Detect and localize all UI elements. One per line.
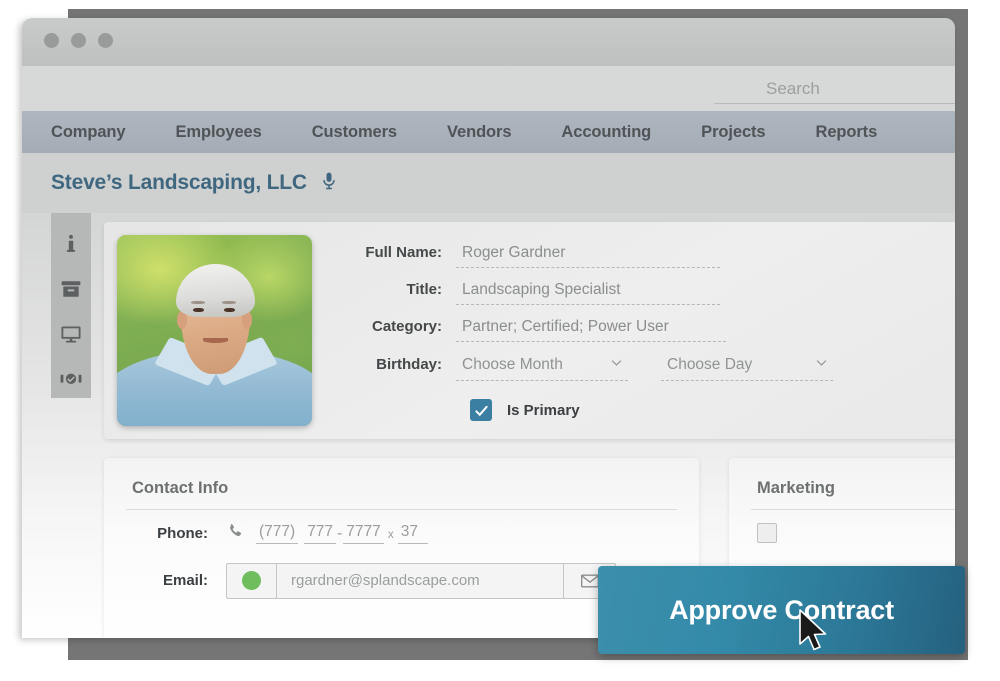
phone-prefix[interactable]: 777 xyxy=(304,523,337,544)
page-title: Steve’s Landscaping, LLC xyxy=(51,171,307,194)
email-field-group xyxy=(226,562,616,599)
is-primary-label: Is Primary xyxy=(507,401,580,419)
traffic-lights xyxy=(44,33,113,48)
email-status-indicator[interactable] xyxy=(227,563,277,598)
contact-info-title: Contact Info xyxy=(132,479,229,497)
info-icon[interactable] xyxy=(60,233,82,255)
nav-item-accounting[interactable]: Accounting xyxy=(561,123,679,142)
approve-contract-button[interactable]: Approve Contract xyxy=(598,566,965,654)
is-primary-checkbox[interactable] xyxy=(470,399,492,421)
birthday-day-select[interactable]: Choose Day xyxy=(661,355,833,381)
screenshot-stage: Company Employees Customers Vendors Acco… xyxy=(0,0,1000,681)
avatar-brow-left xyxy=(191,300,205,304)
nav-item-employees[interactable]: Employees xyxy=(175,123,289,142)
birthday-month-select[interactable]: Choose Month xyxy=(456,355,628,381)
app-window: Company Employees Customers Vendors Acco… xyxy=(22,18,955,638)
phone-extension[interactable]: 37 xyxy=(397,523,428,544)
marketing-title: Marketing xyxy=(757,479,835,497)
marketing-divider xyxy=(751,509,955,510)
avatar[interactable] xyxy=(117,235,312,426)
sidebar-icon-rail xyxy=(51,213,91,398)
birthday-month-value: Choose Month xyxy=(462,356,563,373)
title-value[interactable]: Landscaping Specialist xyxy=(456,281,720,305)
avatar-brow-right xyxy=(222,300,236,304)
email-input[interactable] xyxy=(277,563,563,598)
nav-item-projects[interactable]: Projects xyxy=(701,123,793,142)
profile-card: Full Name: Roger Gardner Title: Landscap… xyxy=(104,222,955,439)
avatar-hair xyxy=(175,263,256,318)
search-field-wrapper[interactable] xyxy=(714,74,955,104)
page-header: Steve’s Landscaping, LLC xyxy=(22,153,955,213)
field-row-birthday: Birthday: Choose Month Choose Day xyxy=(348,355,955,392)
search-bar xyxy=(22,66,955,111)
archive-box-icon[interactable] xyxy=(60,278,82,300)
title-label: Title: xyxy=(406,281,442,298)
full-name-value[interactable]: Roger Gardner xyxy=(456,244,720,268)
monitor-icon[interactable] xyxy=(60,323,82,345)
main-navigation: Company Employees Customers Vendors Acco… xyxy=(22,111,955,153)
chevron-down-icon xyxy=(814,355,829,375)
birthday-day-value: Choose Day xyxy=(667,356,753,373)
field-row-category: Category: Partner; Certified; Power User xyxy=(348,318,955,355)
full-name-label: Full Name: xyxy=(365,244,442,261)
microphone-icon[interactable] xyxy=(319,171,339,196)
phone-label: Phone: xyxy=(157,525,208,542)
marketing-checkbox[interactable] xyxy=(757,523,777,543)
field-row-title: Title: Landscaping Specialist xyxy=(348,281,955,318)
chevron-down-icon xyxy=(609,355,624,375)
phone-row: Phone: (777) 777 - 7777 x 37 xyxy=(104,510,699,557)
minimize-button-icon[interactable] xyxy=(71,33,86,48)
avatar-eye-left xyxy=(193,307,204,313)
email-label: Email: xyxy=(162,572,208,589)
phone-separator: - xyxy=(337,524,343,542)
profile-fields: Full Name: Roger Gardner Title: Landscap… xyxy=(312,222,955,439)
handshake-icon[interactable] xyxy=(60,368,82,390)
window-titlebar xyxy=(22,18,955,66)
nav-item-customers[interactable]: Customers xyxy=(312,123,425,142)
close-button-icon[interactable] xyxy=(44,33,59,48)
phone-handset-icon xyxy=(226,522,244,545)
birthday-label: Birthday: xyxy=(376,356,442,373)
category-label: Category: xyxy=(371,318,442,335)
is-primary-row: Is Primary xyxy=(348,392,955,428)
nav-item-reports[interactable]: Reports xyxy=(816,123,906,142)
phone-extension-label: x xyxy=(387,526,394,541)
field-row-full-name: Full Name: Roger Gardner xyxy=(348,244,955,281)
avatar-eye-right xyxy=(224,307,235,313)
nav-item-company[interactable]: Company xyxy=(51,123,153,142)
maximize-button-icon[interactable] xyxy=(98,33,113,48)
category-value[interactable]: Partner; Certified; Power User xyxy=(456,318,726,342)
status-dot-icon xyxy=(242,571,261,590)
phone-line-number[interactable]: 7777 xyxy=(343,523,384,544)
phone-area-code[interactable]: (777) xyxy=(256,523,299,544)
search-input[interactable] xyxy=(714,78,955,99)
nav-item-vendors[interactable]: Vendors xyxy=(447,123,539,142)
